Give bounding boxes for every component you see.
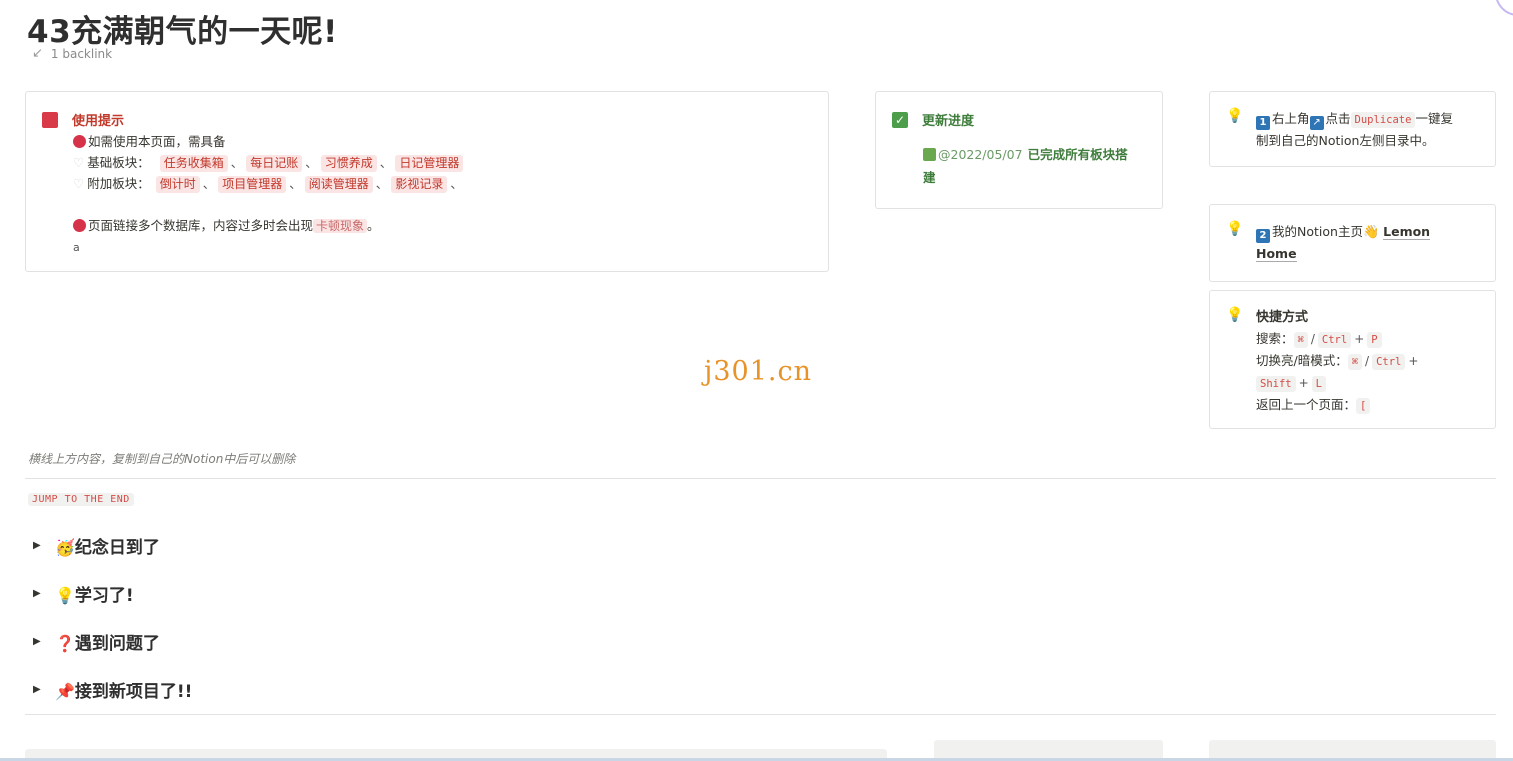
callout1-text1: 右上角 <box>1272 111 1310 126</box>
slash: / <box>1310 332 1315 346</box>
lightbulb-icon: 💡 <box>1226 307 1244 323</box>
plus: + <box>1354 332 1365 346</box>
heart-icon: ♡ <box>73 176 85 191</box>
wave-hand-icon: 👋 <box>1362 225 1380 240</box>
notion-page: 43充满朝气的一天呢! ↙ 1 backlink 使用提示 如需使用本页面，需具… <box>0 0 1513 761</box>
toggle-problem[interactable]: ▶ ❓ 遇到问题了 <box>33 629 160 654</box>
period: 。 <box>367 218 380 233</box>
lightbulb-icon: 💡 <box>1226 108 1244 124</box>
toggle-anniversary[interactable]: ▶ 🥳 纪念日到了 <box>33 533 160 558</box>
pushpin-icon: 📌 <box>55 682 75 701</box>
base-label: 基础板块： <box>87 155 150 170</box>
separator: 、 <box>375 176 389 191</box>
separator: 、 <box>379 155 393 170</box>
shortcuts-callout[interactable]: 💡 快捷方式 搜索： ⌘ / Ctrl + P 切换亮/暗模式： ⌘ / Ctrl + Shift… <box>1209 290 1496 429</box>
p-key: P <box>1367 332 1382 348</box>
progress-date[interactable]: @2022/05/07 <box>938 147 1023 162</box>
tag-task-inbox[interactable]: 任务收集箱 <box>159 155 228 172</box>
bracket-key: [ <box>1356 398 1371 414</box>
toggle-label: 接到新项目了!! <box>74 682 193 702</box>
divider-top <box>25 478 1496 479</box>
number-two-icon: 2 <box>1256 229 1270 243</box>
tips-line1: 如需使用本页面，需具备 <box>88 134 226 149</box>
red-square-icon <box>42 111 58 128</box>
tag-film-record[interactable]: 影视记录 <box>391 176 448 193</box>
shortcuts-header: 快捷方式 <box>1256 310 1309 325</box>
tag-reading-manager[interactable]: 阅读管理器 <box>304 176 373 193</box>
toggle-arrow-icon[interactable]: ▶ <box>33 684 45 695</box>
tag-project-manager[interactable]: 项目管理器 <box>218 176 287 193</box>
red-circle-icon <box>73 219 86 232</box>
heart-icon: ♡ <box>73 155 85 170</box>
green-square-icon <box>923 148 936 161</box>
toggle-new-project[interactable]: ▶ 📌 接到新项目了!! <box>33 677 192 702</box>
plus: + <box>1298 376 1309 390</box>
backlink-arrow-icon: ↙ <box>32 46 43 61</box>
toggle-label: 纪念日到了 <box>74 538 160 558</box>
tag-habit[interactable]: 习惯养成 <box>320 155 377 172</box>
tag-daily-accounting[interactable]: 每日记账 <box>246 155 303 172</box>
backlink-link[interactable]: ↙ 1 backlink <box>32 46 112 61</box>
ctrl-key: Ctrl <box>1372 354 1406 370</box>
theme-shortcut-label: 切换亮/暗模式： <box>1256 353 1348 368</box>
callout1-text4: 制到自己的Notion左侧目录中。 <box>1256 133 1435 148</box>
number-one-icon: 1 <box>1256 116 1270 130</box>
ctrl-key: Ctrl <box>1317 332 1352 348</box>
duplicate-callout[interactable]: 💡 1 右上角 ↗ 点击 Duplicate 一键复 制到自己的Notion左侧目录中。 <box>1209 91 1496 167</box>
extra-label: 附加板块： <box>87 176 150 191</box>
red-circle-icon <box>73 135 86 148</box>
duplicate-code: Duplicate <box>1350 112 1416 128</box>
progress-done-text-2: 建 <box>923 170 936 185</box>
cmd-key: ⌘ <box>1293 332 1308 348</box>
separator: 、 <box>305 155 318 170</box>
progress-done-text-1: 已完成所有板块搭 <box>1027 147 1128 162</box>
toggle-arrow-icon[interactable]: ▶ <box>33 540 45 551</box>
callout2-text: 我的Notion主页 <box>1272 224 1363 239</box>
lightbulb-icon: 💡 <box>1226 221 1244 237</box>
homepage-callout[interactable]: 💡 2 我的Notion主页👋 Lemon Home <box>1209 204 1496 282</box>
lightbulb-icon: 💡 <box>55 586 75 605</box>
separator: 、 <box>202 176 216 191</box>
tag-countdown[interactable]: 倒计时 <box>155 176 200 193</box>
avatar[interactable] <box>1495 0 1513 16</box>
separator: 、 <box>230 155 244 170</box>
l-key: L <box>1311 376 1326 392</box>
divider-bottom <box>25 714 1496 715</box>
plus: + <box>1408 354 1419 368</box>
search-shortcut-label: 搜索： <box>1256 331 1294 346</box>
toggle-arrow-icon[interactable]: ▶ <box>33 636 45 647</box>
jump-to-end-link[interactable]: JUMP TO THE END <box>28 493 134 506</box>
tips-header: 使用提示 <box>72 114 125 129</box>
backlink-label: 1 backlink <box>50 46 113 61</box>
toggle-label: 遇到问题了 <box>74 634 160 654</box>
tag-diary-manager[interactable]: 日记管理器 <box>395 155 464 172</box>
toggle-arrow-icon[interactable]: ▶ <box>33 588 45 599</box>
callout1-text3: 一键复 <box>1415 111 1453 126</box>
divider-note: 横线上方内容，复制到自己的Notion中后可以删除 <box>28 452 296 466</box>
separator: 、 <box>289 176 302 191</box>
toggle-label: 学习了! <box>74 586 134 606</box>
progress-callout[interactable]: ✓ 更新进度 @2022/05/07 已完成所有板块搭 建 <box>875 91 1163 209</box>
watermark: j301.cn <box>704 356 812 387</box>
lemon-home-link-2[interactable]: Home <box>1256 246 1297 262</box>
tips-callout[interactable]: 使用提示 如需使用本页面，需具备 ♡ 基础板块： 任务收集箱、每日记账、习惯养成、… <box>25 91 829 272</box>
page-title[interactable]: 43充满朝气的一天呢! <box>27 6 338 51</box>
question-icon: ❓ <box>55 634 75 653</box>
tips-small-a: a <box>73 241 80 254</box>
back-shortcut-label: 返回上一个页面： <box>1256 397 1357 412</box>
cmd-key: ⌘ <box>1347 354 1363 370</box>
progress-header: 更新进度 <box>922 114 975 129</box>
check-icon: ✓ <box>892 111 908 128</box>
lemon-home-link[interactable]: Lemon <box>1383 224 1431 240</box>
tips-line3: 页面链接多个数据库，内容过多时会出现 <box>88 218 314 233</box>
party-icon: 🥳 <box>55 538 75 557</box>
slash: / <box>1365 354 1370 368</box>
external-link-icon: ↗ <box>1309 116 1324 130</box>
separator: 、 <box>450 176 463 191</box>
toggle-learned[interactable]: ▶ 💡 学习了! <box>33 581 134 606</box>
tag-lag[interactable]: 卡顿现象 <box>313 219 368 233</box>
callout1-text2: 点击 <box>1325 111 1351 126</box>
shift-key: Shift <box>1256 376 1296 392</box>
